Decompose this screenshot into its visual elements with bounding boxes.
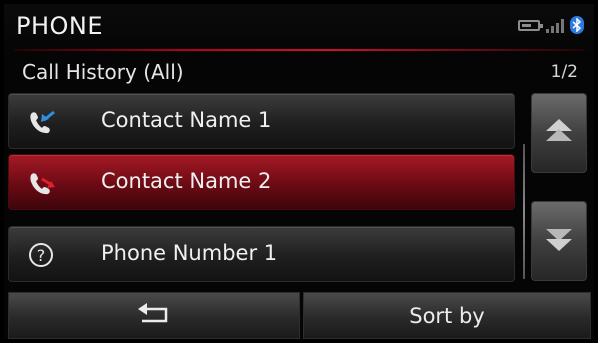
- phone-screen: PHONE Call History (All) 1/2 Contact Nam…: [4, 4, 594, 339]
- scroll-up-icon: [544, 116, 574, 150]
- call-list-item-label: Contact Name 1: [101, 108, 272, 132]
- bluetooth-icon: [570, 16, 584, 34]
- call-list-item[interactable]: ? Phone Number 1: [8, 226, 515, 282]
- app-title: PHONE: [16, 12, 104, 40]
- unknown-caller-icon: ?: [27, 241, 57, 269]
- header-divider: [14, 49, 584, 51]
- scroll-track[interactable]: [523, 144, 525, 279]
- missed-call-icon: [27, 169, 57, 197]
- back-button[interactable]: [8, 292, 300, 339]
- svg-text:?: ?: [37, 246, 46, 265]
- page-indicator: 1/2: [550, 62, 578, 82]
- sort-by-label: Sort by: [409, 303, 485, 328]
- call-list-item-label: Phone Number 1: [101, 241, 278, 265]
- subheader: Call History (All) 1/2: [4, 56, 594, 92]
- scroll-down-button[interactable]: [531, 201, 587, 281]
- back-arrow-icon: [134, 301, 174, 331]
- call-list-item-selected[interactable]: Contact Name 2: [8, 154, 515, 210]
- incoming-call-icon: [27, 108, 57, 136]
- status-icons: [518, 16, 584, 34]
- call-list-item[interactable]: Contact Name 1: [8, 93, 515, 149]
- header-bar: PHONE: [4, 4, 594, 54]
- call-list-item-label: Contact Name 2: [101, 169, 272, 193]
- list-title: Call History (All): [22, 60, 184, 84]
- signal-icon: [546, 18, 564, 33]
- scroll-down-icon: [544, 224, 574, 258]
- battery-icon: [518, 19, 543, 31]
- scroll-up-button[interactable]: [531, 93, 587, 173]
- sort-by-button[interactable]: Sort by: [303, 292, 591, 339]
